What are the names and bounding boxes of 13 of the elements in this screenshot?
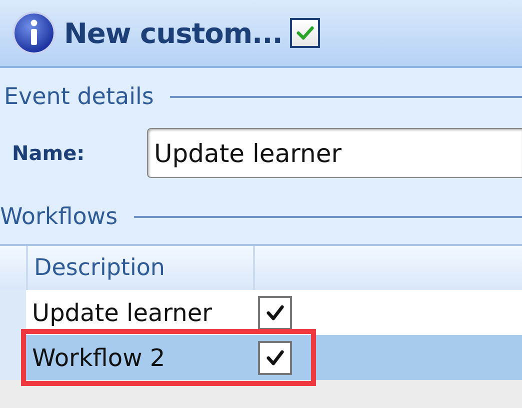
table-row[interactable]: Workflow 2 bbox=[0, 335, 522, 380]
table-cell-text: Update learner bbox=[31, 298, 213, 326]
section-heading: Event details bbox=[4, 84, 154, 110]
checkbox[interactable] bbox=[258, 340, 292, 374]
window-title: New custom... bbox=[64, 16, 282, 50]
checkbox[interactable] bbox=[290, 18, 320, 48]
name-field[interactable]: Update learner bbox=[147, 128, 522, 178]
field-label: Name: bbox=[12, 141, 86, 165]
section-heading: Workflows bbox=[0, 204, 118, 230]
info-icon bbox=[12, 11, 56, 55]
table-row[interactable]: Update learner bbox=[0, 290, 522, 335]
table-cell-text: Workflow 2 bbox=[31, 344, 166, 372]
checkbox[interactable] bbox=[258, 296, 292, 330]
